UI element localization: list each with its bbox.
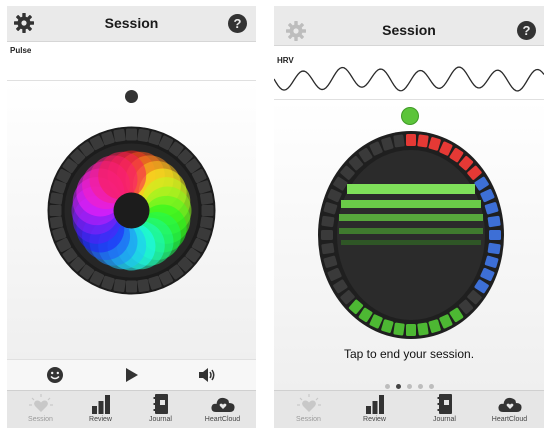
page-title: Session [382,22,436,38]
tab-label: Journal [149,416,172,423]
pulse-color-wheel[interactable] [47,126,216,295]
pulse-indicator-dot [125,90,138,103]
tab-label: Review [89,416,112,423]
coherence-indicator-dot [402,108,418,124]
pulse-wave-area: Pulse [7,42,256,81]
bar-chart-icon [91,395,110,414]
journal-icon [153,394,168,414]
tab-review[interactable]: Review [347,391,402,428]
hrv-waveform [274,66,544,92]
bar-chart-icon [365,395,384,414]
help-icon[interactable]: ? [228,14,247,33]
tab-label: HeartCloud [491,416,528,423]
help-icon[interactable]: ? [517,21,536,40]
page-title: Session [104,15,159,31]
tab-heartcloud[interactable]: HeartCloud [195,391,250,428]
heart-icon [296,394,321,412]
end-session-hint[interactable]: Tap to end your session. [274,347,544,361]
wave-label: Pulse [10,46,32,55]
tab-session[interactable]: Session [13,391,68,428]
hrv-session-screen: Session ? HRV Tap to end your session. S… [274,6,544,428]
top-bar: Session ? [7,6,256,42]
tab-journal[interactable]: Journal [417,391,472,428]
coherence-meter[interactable] [317,130,505,340]
tab-bar: Session Review Journal HeartCloud [7,390,256,428]
tab-journal[interactable]: Journal [133,391,188,428]
page-indicator[interactable] [274,376,544,389]
tab-label: Journal [433,416,456,423]
tab-label: Session [28,416,53,423]
pulse-session-screen: Session ? Pulse Session Review Journal H… [7,6,256,428]
journal-icon [437,394,452,414]
tab-label: HeartCloud [204,416,241,423]
hrv-wave-area: HRV [274,46,544,100]
tab-label: Review [363,416,386,423]
heart-icon [28,394,53,412]
tab-heartcloud[interactable]: HeartCloud [482,391,537,428]
tab-review[interactable]: Review [73,391,128,428]
tab-bar: Session Review Journal HeartCloud [274,390,544,428]
tab-label: Session [296,416,321,423]
cloud-icon [210,397,235,412]
tab-session[interactable]: Session [281,391,336,428]
top-bar: Session ? [274,6,544,46]
cloud-icon [497,397,522,412]
